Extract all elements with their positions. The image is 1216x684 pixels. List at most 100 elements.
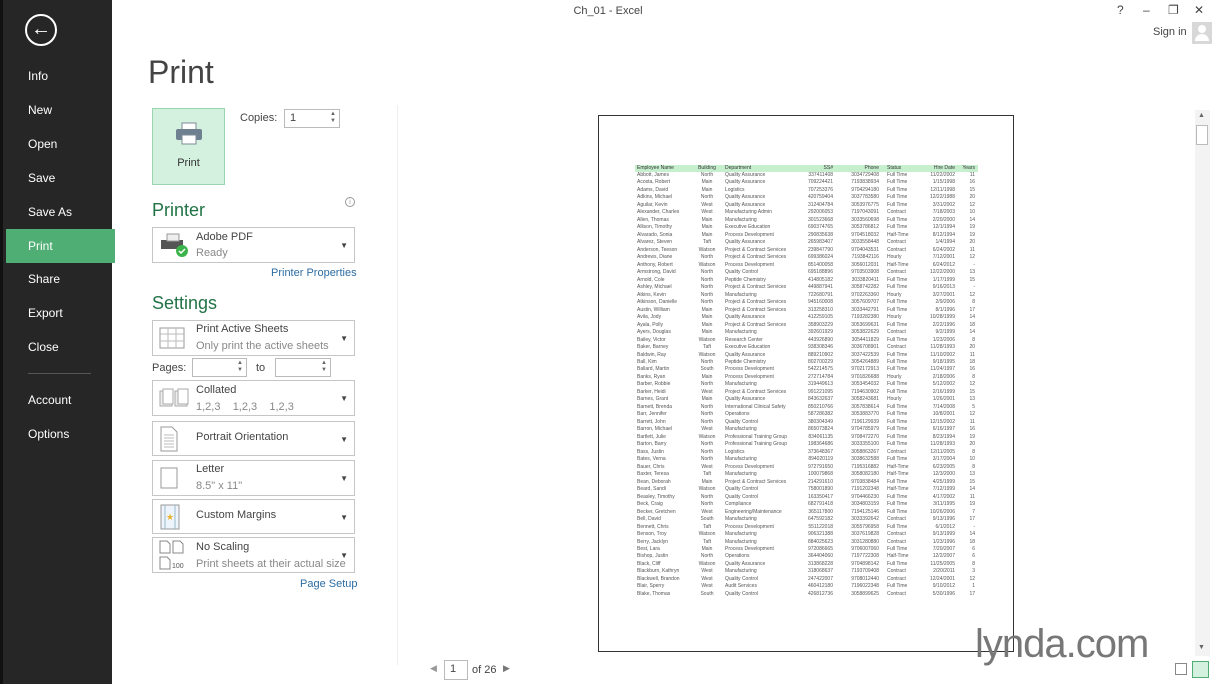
preview-table-row: Barnes, Grant Main Quality Assurance 843632… <box>635 396 978 403</box>
preview-table-row: Becker, Gretchen West Engineering/Maintena… <box>635 509 978 516</box>
help-icon[interactable]: ? <box>1117 3 1124 17</box>
copies-input[interactable]: 1 ▲ ▼ <box>284 109 340 128</box>
cell-hire-date: 12/22/1988 <box>929 194 955 201</box>
cell-hire-date: 11/22/2002 <box>930 172 955 178</box>
cell-hire-date: 12/11/2005 <box>930 448 955 455</box>
preview-table-row: Best, Lara Main Process Development 9720866… <box>635 546 978 553</box>
restore-button[interactable]: ❐ <box>1168 3 1179 17</box>
orientation-dropdown[interactable]: Portrait Orientation ▼ <box>152 421 355 456</box>
zoom-to-page-icon[interactable] <box>1192 661 1209 678</box>
cell-years: 18 <box>969 321 975 328</box>
cell-status: Full Time <box>887 493 908 500</box>
scaling-dropdown[interactable]: 100 No Scaling Print sheets at their act… <box>152 537 355 573</box>
spinner-arrows-icon[interactable]: ▲ ▼ <box>321 360 327 374</box>
pages-from-input[interactable]: ▲ ▼ <box>192 358 247 377</box>
cell-hire-date: 10/8/2001 <box>932 411 955 418</box>
cell-phone: 7193709408 <box>851 568 879 575</box>
cell-ss-: 364404060 <box>807 553 833 560</box>
cell-ss-: 906321388 <box>807 531 833 538</box>
print-what-subtitle: Only print the active sheets <box>196 340 329 352</box>
cell-department: Manufacturing <box>725 329 757 336</box>
preview-table-row: Ball, Kim North Peptide Chemistry 802700229… <box>635 359 978 366</box>
cell-phone: 3033820411 <box>851 276 879 283</box>
cell-department: Quality Assurance <box>725 314 766 321</box>
cell-department: Project & Contract Services <box>725 478 787 485</box>
sidebar-item-close[interactable]: Close <box>6 330 115 364</box>
sidebar-item-account[interactable]: Account <box>6 383 115 417</box>
cell-status: Contract <box>887 538 906 545</box>
sidebar-item-options[interactable]: Options <box>6 417 115 451</box>
cell-phone: 3034729408 <box>851 172 879 178</box>
cell-employee-name: Adkins, Michael <box>637 194 673 201</box>
cell-hire-date: 12/22/2000 <box>929 269 955 276</box>
margins-dropdown[interactable]: ★ Custom Margins ▼ <box>152 499 355 534</box>
cell-status: Full Time <box>887 403 908 410</box>
cell-years: 8 <box>972 373 975 380</box>
printer-properties-link[interactable]: Printer Properties <box>271 267 357 279</box>
sidebar-item-new[interactable]: New <box>6 93 115 127</box>
cell-department: Quality Assurance <box>725 239 766 246</box>
cell-employee-name: Barr, Jennifer <box>637 411 667 418</box>
user-avatar-icon[interactable] <box>1192 22 1212 44</box>
sidebar-item-open[interactable]: Open <box>6 127 115 161</box>
close-button[interactable]: ✕ <box>1194 3 1204 17</box>
info-icon[interactable]: i <box>345 197 355 207</box>
current-page-input[interactable]: 1 <box>444 660 468 680</box>
cell-ss-: 426812736 <box>807 590 833 597</box>
scroll-down-icon[interactable]: ▼ <box>1198 644 1205 651</box>
cell-ss-: 758001890 <box>807 486 833 493</box>
cell-hire-date: 6/23/2005 <box>932 463 955 470</box>
settings-heading: Settings <box>152 293 218 313</box>
cell-years: 14 <box>969 216 975 223</box>
chevron-down-icon: ▼ <box>340 394 348 403</box>
cell-building: Watson <box>698 486 716 493</box>
pages-to-input[interactable]: ▲ ▼ <box>275 358 331 377</box>
sign-in-link[interactable]: Sign in <box>1153 26 1187 38</box>
printer-dropdown[interactable]: Adobe PDF Ready ▼ <box>152 227 355 263</box>
paper-size-dropdown[interactable]: Letter 8.5" x 11" ▼ <box>152 460 355 496</box>
sidebar-item-save-as[interactable]: Save As <box>6 195 115 229</box>
cell-hire-date: 12/2/2007 <box>932 553 955 560</box>
print-button[interactable]: Print <box>152 108 225 185</box>
collation-dropdown[interactable]: Collated 1,2,3 1,2,3 1,2,3 ▼ <box>152 380 355 416</box>
sidebar-item-print[interactable]: Print <box>6 229 115 263</box>
sidebar-item-save[interactable]: Save <box>6 161 115 195</box>
cell-ss-: 312404784 <box>807 201 833 208</box>
cell-phone: 7194630902 <box>851 388 879 395</box>
cell-status: Full Time <box>887 546 908 552</box>
cell-employee-name: Adams, David <box>637 186 669 193</box>
cell-hire-date: 11/24/1997 <box>930 366 955 373</box>
cell-status: Full Time <box>887 216 908 223</box>
cell-employee-name: Barnes, Grant <box>637 396 669 403</box>
scroll-up-icon[interactable]: ▲ <box>1198 112 1205 119</box>
cell-employee-name: Ashley, Michael <box>637 284 672 291</box>
cell-building: Watson <box>698 246 716 253</box>
cell-building: Main <box>701 224 713 231</box>
back-arrow-icon[interactable]: ← <box>25 14 57 46</box>
preview-scrollbar[interactable] <box>1195 110 1210 656</box>
minimize-button[interactable]: – <box>1143 3 1150 17</box>
cell-ss-: 695188896 <box>807 269 833 276</box>
cell-hire-date: 2/20/2011 <box>933 568 955 575</box>
sidebar-item-share[interactable]: Share <box>6 262 115 296</box>
cell-phone: 9704466230 <box>851 493 879 500</box>
sidebar-item-info[interactable]: Info <box>6 59 115 93</box>
print-what-dropdown[interactable]: Print Active Sheets Only print the activ… <box>152 320 355 356</box>
printer-name: Adobe PDF <box>196 231 253 243</box>
previous-page-icon[interactable]: ◀ <box>430 663 437 674</box>
cell-hire-date: 7/18/2003 <box>932 209 955 216</box>
next-page-icon[interactable]: ▶ <box>503 663 510 674</box>
cell-status: Full Time <box>887 186 908 193</box>
preview-table-row: Ashley, Michael North Project & Contract S… <box>635 284 978 291</box>
spinner-arrows-icon[interactable]: ▲ ▼ <box>237 360 243 374</box>
scrollbar-thumb[interactable] <box>1196 125 1208 145</box>
cell-department: Manufacturing <box>725 538 757 545</box>
cell-building: North <box>700 172 714 178</box>
show-margins-icon[interactable] <box>1175 663 1187 675</box>
cell-building: Taft <box>702 239 712 246</box>
sidebar-item-export[interactable]: Export <box>6 296 115 330</box>
spinner-arrows-icon[interactable]: ▲ ▼ <box>330 111 336 125</box>
page-setup-link[interactable]: Page Setup <box>300 578 358 590</box>
cell-employee-name: Aguilar, Kevin <box>637 201 668 208</box>
cell-years: 17 <box>969 306 975 313</box>
